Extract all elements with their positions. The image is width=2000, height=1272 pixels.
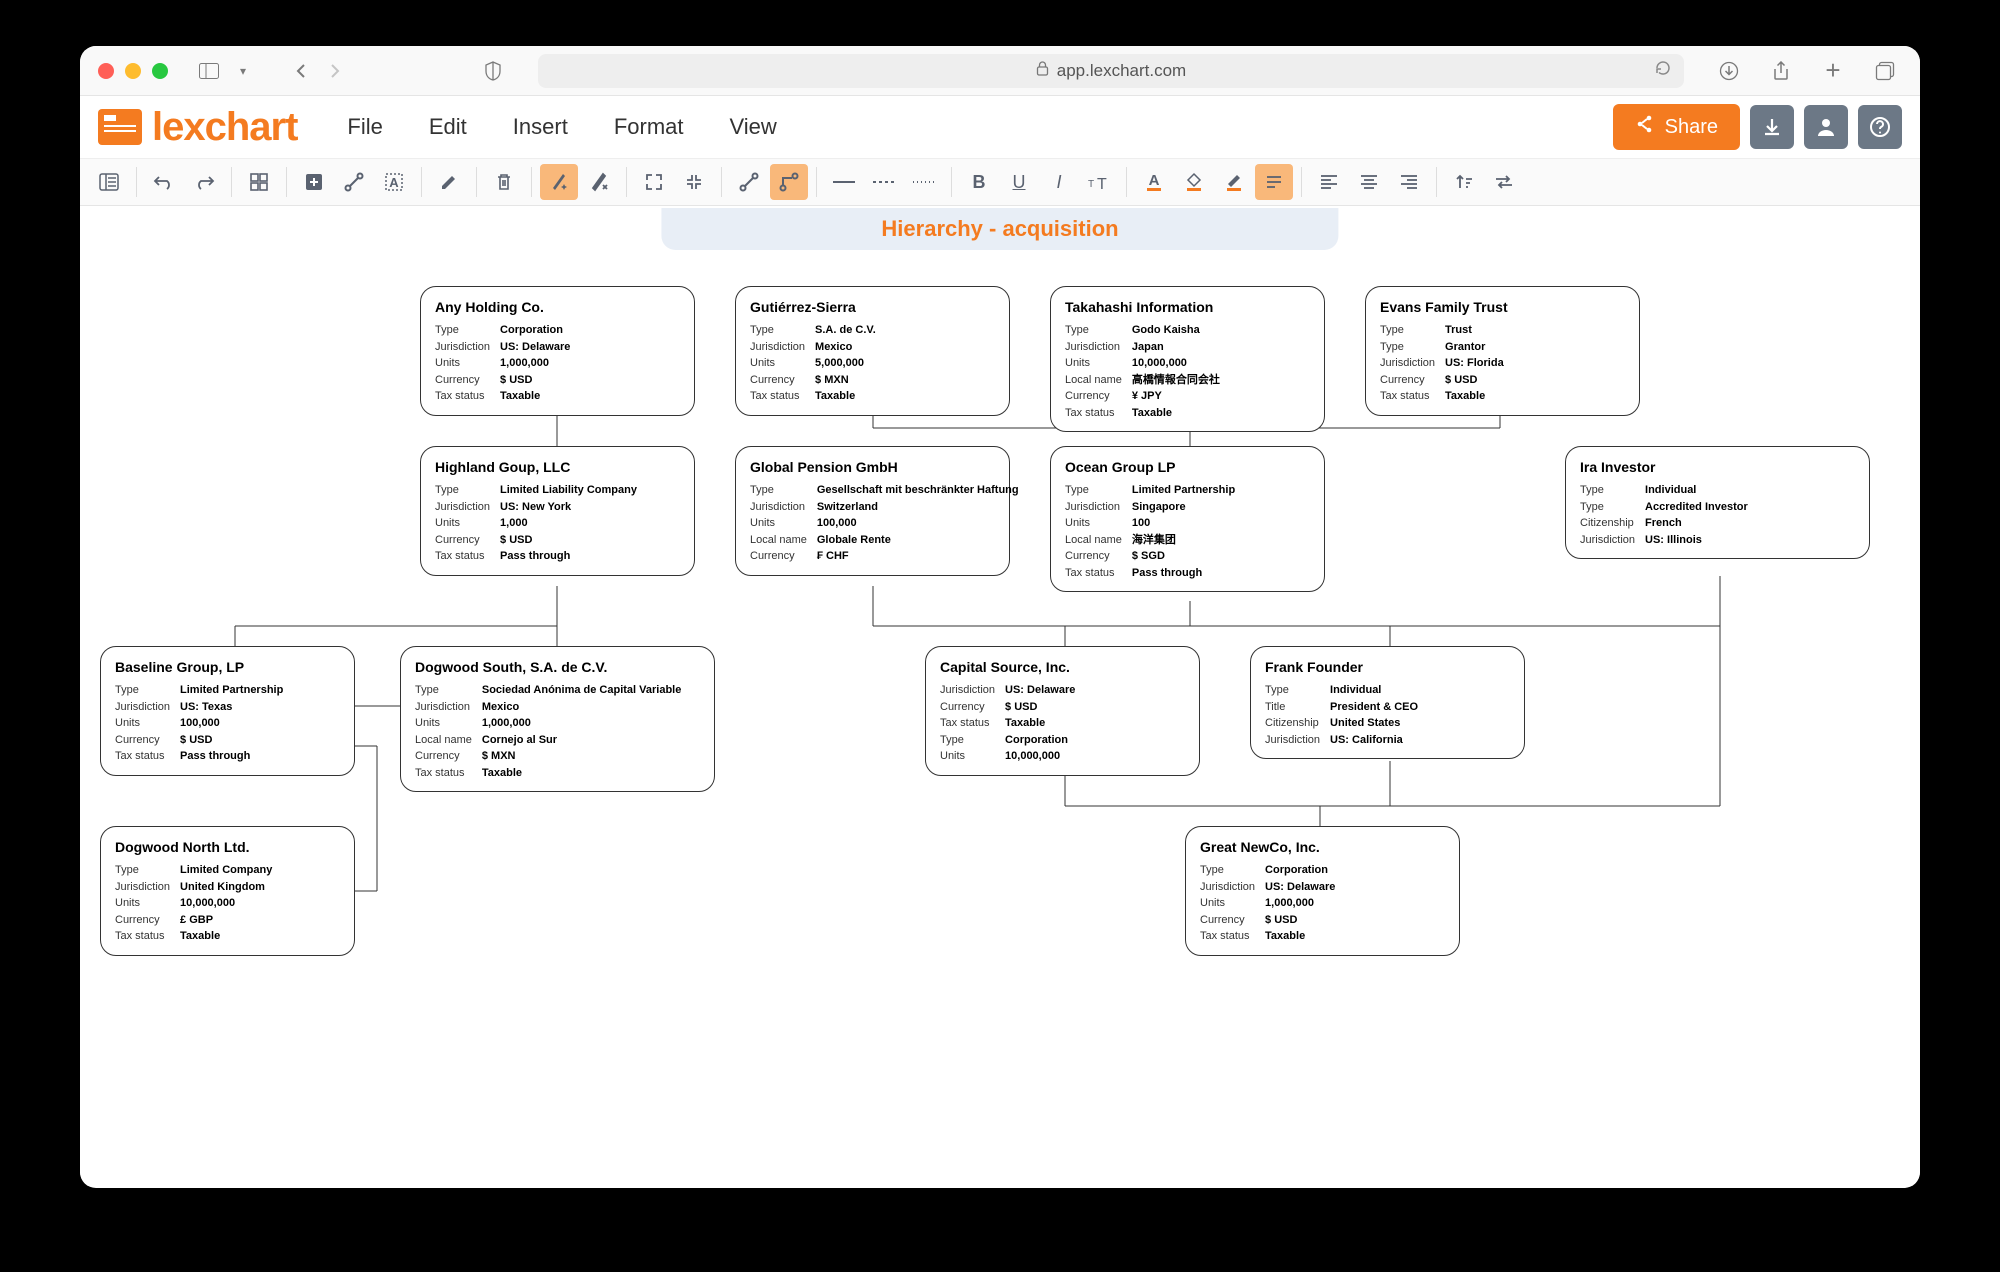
logo[interactable]: lexchart bbox=[98, 105, 297, 150]
svg-text:A: A bbox=[389, 175, 399, 190]
help-button[interactable] bbox=[1858, 105, 1902, 149]
maximize-window-button[interactable] bbox=[152, 63, 168, 79]
panel-toggle-button[interactable] bbox=[90, 164, 128, 200]
delete-button[interactable] bbox=[485, 164, 523, 200]
border-color-button[interactable] bbox=[1215, 164, 1253, 200]
elbow-connector-button[interactable] bbox=[770, 164, 808, 200]
node-frank-founder[interactable]: Frank Founder TypeIndividualTitlePreside… bbox=[1250, 646, 1525, 759]
dashed-line-button[interactable] bbox=[865, 164, 903, 200]
collapse-button[interactable] bbox=[675, 164, 713, 200]
logo-mark-icon bbox=[98, 109, 142, 145]
expand-button[interactable] bbox=[635, 164, 673, 200]
node-evans-trust[interactable]: Evans Family Trust TypeTrustTypeGrantorJ… bbox=[1365, 286, 1640, 416]
minimize-window-button[interactable] bbox=[125, 63, 141, 79]
chevron-down-icon[interactable]: ▾ bbox=[232, 60, 254, 82]
window-controls bbox=[98, 63, 168, 79]
node-capital-source[interactable]: Capital Source, Inc. JurisdictionUS: Del… bbox=[925, 646, 1200, 776]
grid-button[interactable] bbox=[240, 164, 278, 200]
node-any-holding[interactable]: Any Holding Co. TypeCorporationJurisdict… bbox=[420, 286, 695, 416]
browser-window: ▾ app.lexchart.com bbox=[80, 46, 1920, 1188]
align-center-button[interactable] bbox=[1350, 164, 1388, 200]
swap-button[interactable] bbox=[1485, 164, 1523, 200]
url-text: app.lexchart.com bbox=[1057, 61, 1186, 81]
share-button[interactable]: Share bbox=[1613, 104, 1740, 150]
node-takahashi[interactable]: Takahashi Information TypeGodo KaishaJur… bbox=[1050, 286, 1325, 432]
align-right-button[interactable] bbox=[1390, 164, 1428, 200]
solid-line-button[interactable] bbox=[825, 164, 863, 200]
node-gutierrez-sierra[interactable]: Gutiérrez-Sierra TypeS.A. de C.V.Jurisdi… bbox=[735, 286, 1010, 416]
connector-button[interactable] bbox=[335, 164, 373, 200]
share-arrow-icon bbox=[1635, 114, 1655, 140]
account-button[interactable] bbox=[1804, 105, 1848, 149]
node-ocean-group[interactable]: Ocean Group LP TypeLimited PartnershipJu… bbox=[1050, 446, 1325, 592]
reload-icon[interactable] bbox=[1654, 59, 1672, 82]
align-left-button[interactable] bbox=[1310, 164, 1348, 200]
share-label: Share bbox=[1665, 116, 1718, 139]
logo-text: lexchart bbox=[152, 105, 297, 150]
text-box-button[interactable]: A bbox=[375, 164, 413, 200]
download-chart-button[interactable] bbox=[1750, 105, 1794, 149]
menu-file[interactable]: File bbox=[347, 114, 382, 140]
node-great-newco[interactable]: Great NewCo, Inc. TypeCorporationJurisdi… bbox=[1185, 826, 1460, 956]
app-header: lexchart File Edit Insert Format View Sh… bbox=[80, 96, 1920, 158]
menu-bar: File Edit Insert Format View bbox=[347, 114, 776, 140]
node-ira-investor[interactable]: Ira Investor TypeIndividualTypeAccredite… bbox=[1565, 446, 1870, 559]
browser-titlebar: ▾ app.lexchart.com bbox=[80, 46, 1920, 96]
add-node-button[interactable] bbox=[295, 164, 333, 200]
svg-text:T: T bbox=[1097, 176, 1107, 191]
download-icon[interactable] bbox=[1718, 60, 1740, 82]
tabs-icon[interactable] bbox=[1874, 60, 1896, 82]
italic-button[interactable]: I bbox=[1040, 164, 1078, 200]
bold-button[interactable]: B bbox=[960, 164, 998, 200]
menu-format[interactable]: Format bbox=[614, 114, 684, 140]
close-window-button[interactable] bbox=[98, 63, 114, 79]
auto-layout-button[interactable] bbox=[540, 164, 578, 200]
magic-adjust-button[interactable] bbox=[580, 164, 618, 200]
new-tab-icon[interactable]: + bbox=[1822, 60, 1844, 82]
highlight-button[interactable] bbox=[1255, 164, 1293, 200]
redo-button[interactable] bbox=[185, 164, 223, 200]
menu-insert[interactable]: Insert bbox=[513, 114, 568, 140]
undo-button[interactable] bbox=[145, 164, 183, 200]
sort-asc-button[interactable] bbox=[1445, 164, 1483, 200]
lock-icon bbox=[1036, 61, 1049, 81]
toolbar: A B U I TT A bbox=[80, 158, 1920, 206]
fill-color-button[interactable] bbox=[1175, 164, 1213, 200]
straight-connector-button[interactable] bbox=[730, 164, 768, 200]
node-highland[interactable]: Highland Goup, LLC TypeLimited Liability… bbox=[420, 446, 695, 576]
share-icon[interactable] bbox=[1770, 60, 1792, 82]
node-dogwood-south[interactable]: Dogwood South, S.A. de C.V. TypeSociedad… bbox=[400, 646, 715, 792]
forward-button[interactable] bbox=[324, 60, 346, 82]
text-color-button[interactable]: A bbox=[1135, 164, 1173, 200]
node-baseline[interactable]: Baseline Group, LP TypeLimited Partnersh… bbox=[100, 646, 355, 776]
back-button[interactable] bbox=[290, 60, 312, 82]
chart-title: Hierarchy - acquisition bbox=[661, 208, 1338, 250]
canvas[interactable]: Hierarchy - acquisition bbox=[80, 206, 1920, 1186]
underline-button[interactable]: U bbox=[1000, 164, 1038, 200]
address-bar[interactable]: app.lexchart.com bbox=[538, 54, 1684, 88]
dotted-line-button[interactable] bbox=[905, 164, 943, 200]
sidebar-toggle-icon[interactable] bbox=[198, 60, 220, 82]
node-global-pension[interactable]: Global Pension GmbH TypeGesellschaft mit… bbox=[735, 446, 1010, 576]
svg-text:A: A bbox=[1149, 172, 1160, 189]
menu-edit[interactable]: Edit bbox=[429, 114, 467, 140]
node-dogwood-north[interactable]: Dogwood North Ltd. TypeLimited CompanyJu… bbox=[100, 826, 355, 956]
svg-text:T: T bbox=[1088, 179, 1094, 190]
edit-button[interactable] bbox=[430, 164, 468, 200]
menu-view[interactable]: View bbox=[730, 114, 777, 140]
text-size-button[interactable]: TT bbox=[1080, 164, 1118, 200]
shield-icon[interactable] bbox=[482, 60, 504, 82]
